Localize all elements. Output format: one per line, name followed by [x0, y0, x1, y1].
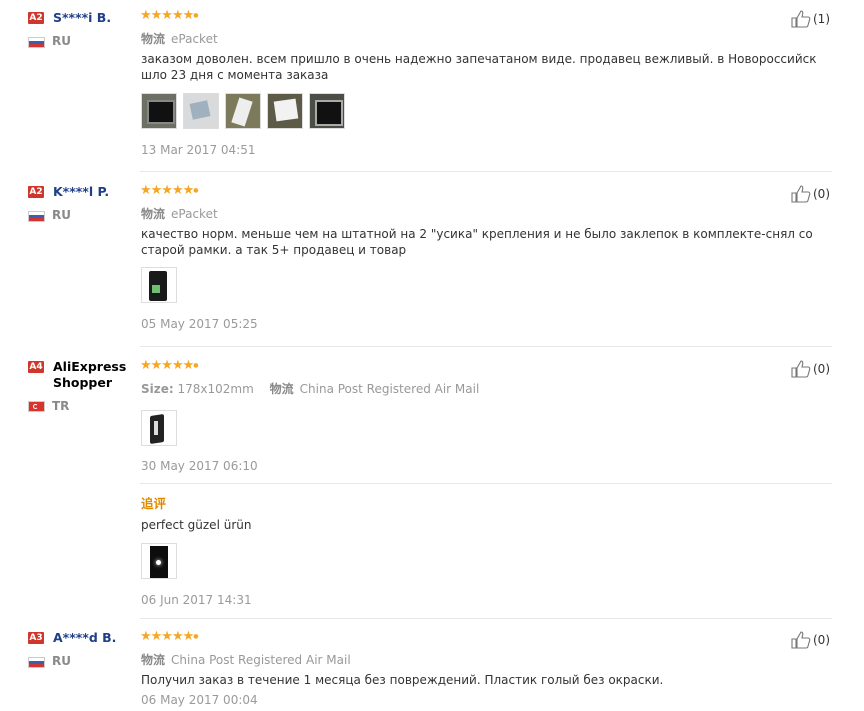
divider: [140, 346, 832, 347]
reviewer-name[interactable]: S****i B.: [53, 10, 111, 25]
shipping-info: 物流 ePacket: [141, 205, 218, 222]
divider: [140, 618, 832, 619]
rating-stars: ★★★★★●: [140, 629, 199, 644]
stars-glyphs: ★★★★★: [140, 629, 194, 644]
review-item: A4 AliExpress Shopper TR ★★★★★● Size: 17…: [0, 350, 864, 620]
shipping-method: China Post Registered Air Mail: [299, 382, 480, 396]
stars-glyphs: ★★★★★: [140, 358, 194, 373]
size-key: Size:: [141, 382, 174, 396]
review-photos: [141, 93, 345, 129]
level-badge: A3: [28, 632, 44, 644]
thumbs-up-icon: [791, 360, 811, 378]
review-photo[interactable]: [141, 267, 177, 303]
helpful-button[interactable]: (0): [791, 631, 830, 649]
shipping-key: 物流: [141, 32, 166, 46]
review-date: 30 May 2017 06:10: [141, 459, 258, 473]
country-flag-icon: [28, 37, 45, 48]
shipping-info: 物流 ePacket: [141, 30, 218, 47]
review-item: A2 S****i B. RU ★★★★★● 物流 ePacket заказом…: [0, 0, 864, 172]
rating-stars: ★★★★★●: [140, 358, 199, 373]
rating-stars: ★★★★★●: [140, 8, 199, 23]
review-date: 06 May 2017 00:04: [141, 693, 258, 707]
order-info: Size: 178x102mm 物流 China Post Registered …: [141, 380, 479, 397]
shipping-method: China Post Registered Air Mail: [171, 653, 351, 667]
level-badge: A2: [28, 12, 44, 24]
country-code: RU: [52, 208, 71, 222]
level-badge: A2: [28, 186, 44, 198]
review-photo[interactable]: [225, 93, 261, 129]
review-text: качество норм. меньше чем на штатной на …: [141, 227, 813, 257]
stars-glyphs: ★★★★★: [140, 8, 194, 23]
country-code: TR: [52, 399, 70, 413]
followup-photos: [141, 543, 177, 579]
review-date: 05 May 2017 05:25: [141, 317, 258, 331]
shipping-method: ePacket: [171, 207, 218, 221]
helpful-count: (1): [813, 12, 830, 26]
helpful-count: (0): [813, 187, 830, 201]
country-code: RU: [52, 654, 71, 668]
divider: [140, 171, 832, 172]
review-date: 13 Mar 2017 04:51: [141, 143, 256, 157]
level-badge: A4: [28, 361, 44, 373]
shipping-method: ePacket: [171, 32, 218, 46]
reviewer-name[interactable]: A****d B.: [53, 630, 116, 645]
thumbs-up-icon: [791, 631, 811, 649]
review-photo[interactable]: [267, 93, 303, 129]
review-photo[interactable]: [141, 410, 177, 446]
rating-stars: ★★★★★●: [140, 183, 199, 198]
followup-date: 06 Jun 2017 14:31: [141, 593, 252, 607]
shipping-key: 物流: [269, 382, 294, 396]
helpful-button[interactable]: (0): [791, 360, 830, 378]
divider: [140, 483, 832, 484]
review-item: A3 A****d B. RU ★★★★★● 物流 China Post Regi…: [0, 621, 864, 711]
thumbs-up-icon: [791, 10, 811, 28]
country-code: RU: [52, 34, 71, 48]
review-photos: [141, 267, 177, 303]
country-flag-icon: [28, 401, 45, 412]
stars-glyphs: ★★★★★: [140, 183, 194, 198]
helpful-count: (0): [813, 633, 830, 647]
reviewer-name[interactable]: AliExpress Shopper: [53, 359, 133, 391]
size-value: 178x102mm: [177, 382, 254, 396]
review-photo[interactable]: [309, 93, 345, 129]
helpful-count: (0): [813, 362, 830, 376]
review-item: A2 K****l P. RU ★★★★★● 物流 ePacket качеств…: [0, 175, 864, 347]
review-text: заказом доволен. всем пришло в очень над…: [141, 52, 817, 82]
thumbs-up-icon: [791, 185, 811, 203]
followup-label: 追评: [141, 496, 167, 511]
reviewer-name[interactable]: K****l P.: [53, 184, 109, 199]
country-flag-icon: [28, 657, 45, 668]
helpful-button[interactable]: (0): [791, 185, 830, 203]
shipping-info: 物流 China Post Registered Air Mail: [141, 651, 351, 668]
helpful-button[interactable]: (1): [791, 10, 830, 28]
shipping-key: 物流: [141, 653, 166, 667]
review-photo[interactable]: [183, 93, 219, 129]
review-photo[interactable]: [141, 543, 177, 579]
shipping-key: 物流: [141, 207, 166, 221]
followup-text: perfect güzel ürün: [141, 518, 252, 532]
review-text: Получил заказ в течение 1 месяца без пов…: [141, 673, 664, 687]
country-flag-icon: [28, 211, 45, 222]
review-photo[interactable]: [141, 93, 177, 129]
review-photos: [141, 410, 177, 446]
